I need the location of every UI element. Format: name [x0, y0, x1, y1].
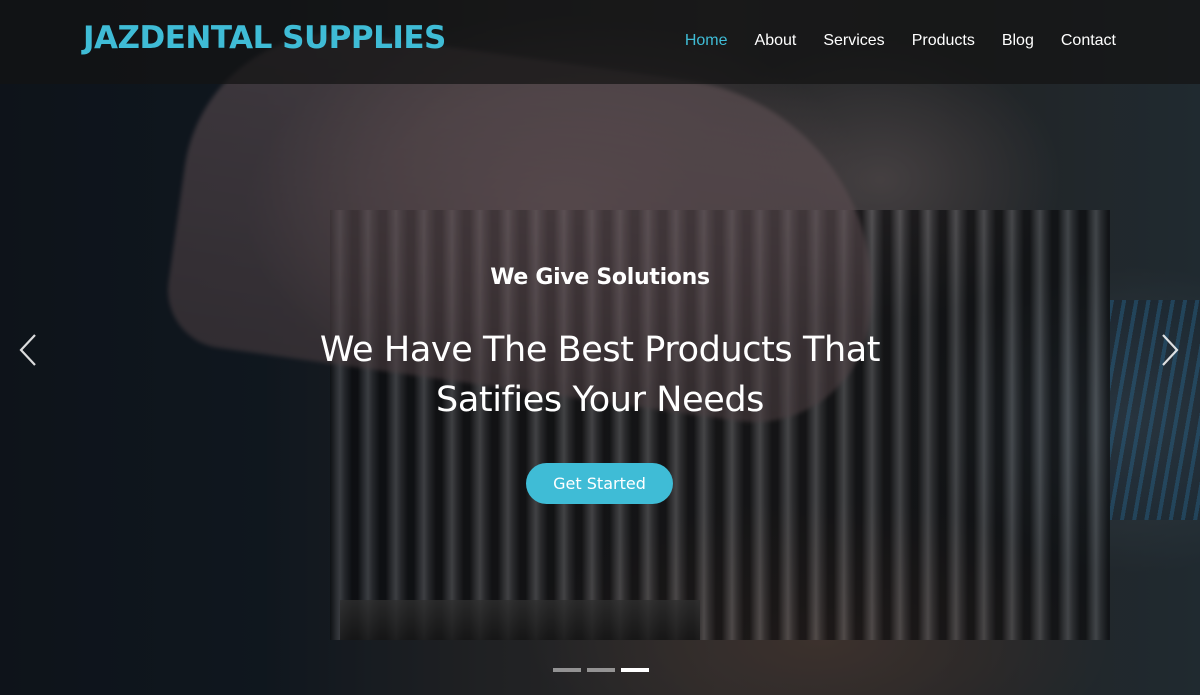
nav-item-contact[interactable]: Contact — [1061, 32, 1116, 50]
nav-item-home[interactable]: Home — [685, 32, 728, 50]
chevron-left-icon — [19, 334, 36, 366]
carousel-indicator[interactable] — [621, 668, 649, 672]
carousel-next-button[interactable] — [1150, 330, 1190, 370]
chevron-right-icon — [1162, 334, 1179, 366]
hero-headline: We Have The Best Products That Satifies … — [319, 330, 881, 420]
carousel-indicator[interactable] — [587, 668, 615, 672]
get-started-button[interactable]: Get Started — [526, 463, 673, 504]
carousel-prev-button[interactable] — [8, 330, 48, 370]
site-logo[interactable]: JAZDENTAL SUPPLIES — [83, 20, 446, 56]
nav-item-services[interactable]: Services — [823, 32, 884, 50]
hero-kicker: We Give Solutions — [490, 265, 710, 290]
nav-item-blog[interactable]: Blog — [1002, 32, 1034, 50]
site-header: JAZDENTAL SUPPLIES Home About Services P… — [0, 0, 1200, 84]
main-nav: Home About Services Products Blog Contac… — [658, 32, 1116, 50]
carousel-indicators — [553, 668, 649, 672]
nav-item-products[interactable]: Products — [912, 32, 975, 50]
nav-item-about[interactable]: About — [755, 32, 797, 50]
carousel-indicator[interactable] — [553, 668, 581, 672]
